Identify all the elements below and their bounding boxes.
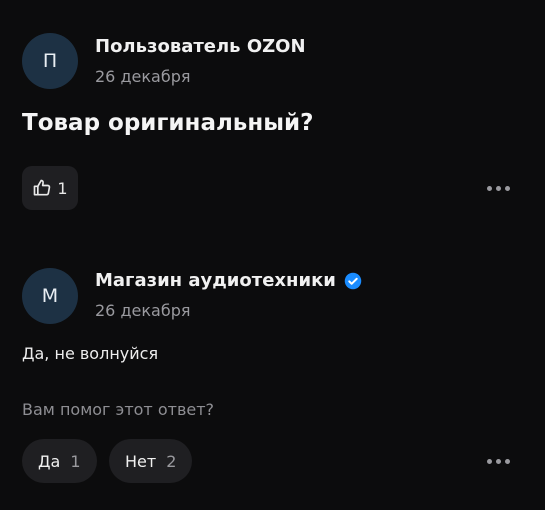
answer-author-label: Магазин аудиотехники <box>95 270 336 291</box>
qa-thread: П Пользователь OZON 26 декабря Товар ори… <box>0 0 545 510</box>
answer-date: 26 декабря <box>95 301 191 320</box>
avatar-letter: М <box>41 285 59 307</box>
answer-text: Да, не волнуйся <box>22 344 159 363</box>
question-more-icon[interactable] <box>487 186 510 191</box>
like-button[interactable]: 1 <box>22 166 78 210</box>
question-date: 26 декабря <box>95 67 191 86</box>
question-author-name[interactable]: Пользователь OZON <box>95 36 306 57</box>
vote-yes-label: Да <box>38 451 61 471</box>
avatar-letter: П <box>42 50 58 72</box>
vote-yes-count: 1 <box>70 451 81 471</box>
helpful-prompt: Вам помог этот ответ? <box>22 400 215 419</box>
question-author-label: Пользователь OZON <box>95 36 306 57</box>
vote-no-label: Нет <box>125 451 157 471</box>
vote-no-button[interactable]: Нет 2 <box>109 439 193 483</box>
question-text: Товар оригинальный? <box>22 110 314 136</box>
vote-yes-button[interactable]: Да 1 <box>22 439 97 483</box>
answer-author-avatar[interactable]: М <box>22 268 78 324</box>
answer-more-icon[interactable] <box>487 459 510 464</box>
verified-badge-icon <box>344 272 362 290</box>
question-author-avatar[interactable]: П <box>22 33 78 89</box>
thumbs-up-icon <box>32 178 52 198</box>
answer-author-name[interactable]: Магазин аудиотехники <box>95 270 362 291</box>
vote-no-count: 2 <box>166 451 177 471</box>
like-count: 1 <box>57 178 68 198</box>
